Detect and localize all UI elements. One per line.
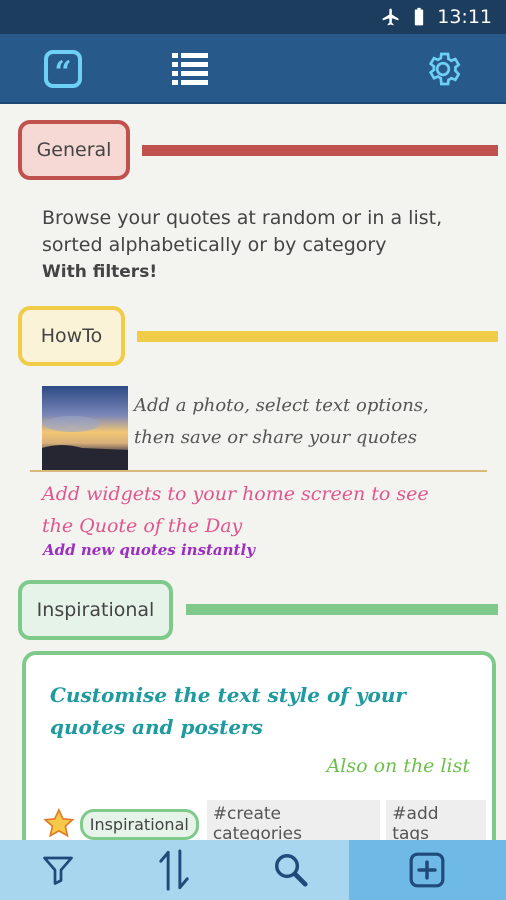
quote-button[interactable]: “ <box>43 49 83 89</box>
inspirational-rule <box>186 604 498 615</box>
widget-description: Add widgets to your home screen to see t… <box>42 478 429 542</box>
star-icon[interactable] <box>42 807 76 840</box>
howto-description: Add a photo, select text options, then s… <box>134 390 429 454</box>
filter-button[interactable] <box>0 840 116 900</box>
card-line-2: quotes and posters <box>50 715 263 739</box>
widget-line-1: Add widgets to your home screen to see <box>42 483 429 505</box>
bottom-toolbar <box>0 840 506 900</box>
svg-text:“: “ <box>54 55 71 89</box>
chip-general[interactable]: General <box>18 120 130 180</box>
list-icon <box>172 53 208 85</box>
card-quote-text: Customise the text style of your quotes … <box>50 679 406 743</box>
app-toolbar: “ <box>0 34 506 104</box>
add-quote-button[interactable] <box>348 840 506 900</box>
content-area: General Browse your quotes at random or … <box>0 106 506 840</box>
card-line-1: Customise the text style of your <box>50 683 406 707</box>
sunset-photo <box>42 386 128 470</box>
sort-button[interactable] <box>116 840 232 900</box>
sort-icon <box>159 849 190 891</box>
add-quote-icon <box>410 852 445 888</box>
howto-rule <box>137 331 498 342</box>
list-button[interactable] <box>170 49 210 89</box>
card-tags: Inspirational #create categories #add ta… <box>42 800 492 840</box>
chip-inspirational[interactable]: Inspirational <box>18 580 173 640</box>
howto-line-2: then save or share your quotes <box>134 427 418 448</box>
gear-icon <box>428 52 461 86</box>
search-button[interactable] <box>233 840 349 900</box>
general-description: Browse your quotes at random or in a lis… <box>42 205 442 286</box>
widget-line-2: the Quote of the Day <box>42 515 243 537</box>
status-time: 13:11 <box>437 6 492 28</box>
general-line-2: sorted alphabetically or by category <box>42 234 387 256</box>
chip-howto[interactable]: HowTo <box>18 306 125 366</box>
card-author: Also on the list <box>326 755 470 777</box>
card-category-tag[interactable]: Inspirational <box>79 808 199 840</box>
filter-icon <box>43 856 74 885</box>
section-howto: HowTo <box>18 306 125 366</box>
add-quotes-note: Add new quotes instantly <box>43 541 255 559</box>
tag-create-categories[interactable]: #create categories <box>206 800 381 840</box>
general-line-1: Browse your quotes at random or in a lis… <box>42 207 443 229</box>
quote-card[interactable]: Customise the text style of your quotes … <box>22 651 496 840</box>
general-bold-line: With filters! <box>42 262 158 282</box>
howto-line-1: Add a photo, select text options, <box>134 395 429 416</box>
battery-icon <box>415 7 424 26</box>
tag-add-tags[interactable]: #add tags <box>386 800 486 840</box>
general-rule <box>142 145 498 156</box>
settings-button[interactable] <box>423 49 463 89</box>
airplane-icon <box>382 8 399 26</box>
quote-icon: “ <box>44 50 82 89</box>
search-icon <box>274 854 308 887</box>
status-bar: 13:11 <box>0 0 506 34</box>
section-inspirational: Inspirational <box>18 580 173 640</box>
section-general: General <box>18 120 130 180</box>
howto-divider <box>30 470 487 472</box>
